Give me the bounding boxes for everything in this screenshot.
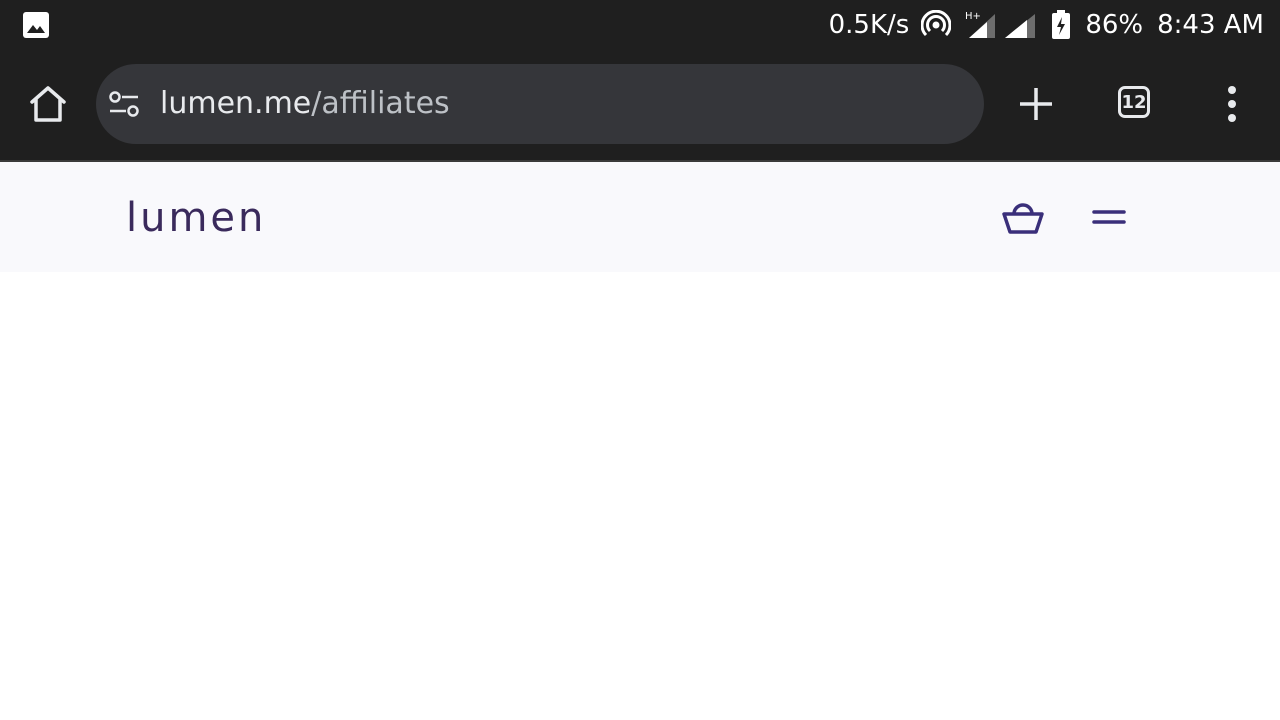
more-options-icon[interactable] — [1212, 82, 1252, 126]
svg-text:H+: H+ — [965, 11, 981, 22]
page-content — [0, 272, 1280, 720]
tab-switcher-button[interactable]: 12 — [1114, 82, 1158, 126]
url-domain: lumen.me — [160, 86, 312, 121]
new-tab-icon[interactable] — [1014, 82, 1058, 126]
address-bar[interactable]: lumen.me/affiliates — [96, 64, 984, 144]
hamburger-menu-icon[interactable] — [1090, 202, 1128, 232]
url-path: /affiliates — [311, 86, 450, 121]
site-settings-icon[interactable] — [108, 90, 140, 118]
battery-charging-icon — [1052, 10, 1071, 39]
lumen-logo[interactable]: lumen — [126, 198, 266, 238]
clock: 8:43 AM — [1157, 10, 1264, 40]
site-header: lumen — [0, 162, 1280, 272]
url-text[interactable]: lumen.me/affiliates — [160, 64, 450, 144]
network-speed: 0.5K/s — [828, 10, 910, 40]
status-bar: 0.5K/s H+ 86% 8:43 AM — [0, 0, 1280, 50]
hotspot-icon — [921, 10, 952, 37]
tab-count: 12 — [1118, 86, 1150, 118]
browser-toolbar: lumen.me/affiliates 12 — [0, 50, 1280, 162]
status-indicators: 0.5K/s H+ 86% 8:43 AM — [829, 0, 1264, 50]
signal-sim2-icon — [1005, 14, 1036, 38]
home-icon[interactable] — [26, 82, 70, 126]
shopping-basket-icon[interactable] — [1000, 198, 1046, 238]
signal-sim1-icon: H+ — [965, 11, 996, 38]
image-notification-icon — [23, 12, 49, 38]
battery-percent: 86% — [1085, 10, 1144, 40]
